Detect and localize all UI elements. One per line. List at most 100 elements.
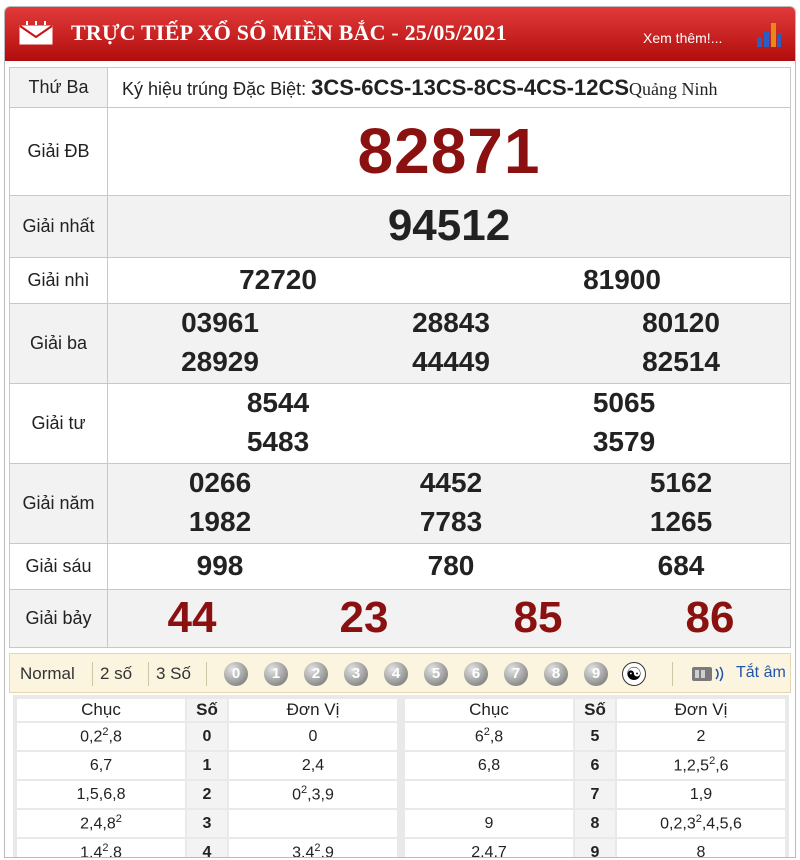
prize-number: 5483 — [246, 426, 310, 457]
prize-number: 684 — [657, 550, 705, 581]
loto-row: 62,8 5 2 — [405, 723, 785, 750]
loto-chuc-cell: 6,8 — [405, 752, 573, 779]
prize-number: 5162 — [649, 467, 713, 498]
info-row: Thứ Ba Ký hiệu trúng Đặc Biệt: 3CS-6CS-1… — [9, 67, 791, 108]
loto-row: 2,4,7 9 8 — [405, 839, 785, 857]
loto-chuc-cell — [405, 781, 573, 808]
digit-ball-3[interactable]: 3 — [344, 662, 368, 686]
divider — [672, 662, 673, 686]
mute-button[interactable]: Tắt âm — [736, 664, 786, 682]
bar-chart-icon[interactable] — [753, 19, 783, 49]
prize-label: Giải nhất — [9, 195, 108, 258]
mode-3-so-button[interactable]: 3 Số — [156, 664, 191, 684]
header-donvi: Đơn Vị — [229, 699, 397, 721]
header-donvi: Đơn Vị — [617, 699, 785, 721]
prize-number: 81900 — [583, 264, 661, 295]
loto-donvi-cell: 1,9 — [617, 781, 785, 808]
prize-values: 8544 5065 5483 3579 — [107, 383, 791, 464]
prize-number: 44 — [167, 593, 217, 642]
loto-donvi-cell: 2 — [617, 723, 785, 750]
header-chuc: Chục — [17, 699, 185, 721]
loto-chuc-cell: 62,8 — [405, 723, 573, 750]
loto-donvi-cell: 8 — [617, 839, 785, 857]
digit-ball-5[interactable]: 5 — [424, 662, 448, 686]
loto-row: 6,7 1 2,4 — [17, 752, 397, 779]
loto-donvi-cell: 0,2,32,4,5,6 — [617, 810, 785, 837]
prize-number: 7783 — [419, 506, 483, 537]
loto-donvi-cell: 2,4 — [229, 752, 397, 779]
prize-values: 998 780 684 — [107, 543, 791, 590]
prize-row-g1: Giải nhất 94512 — [9, 195, 791, 258]
prize-label: Giải bảy — [9, 589, 108, 648]
header-so: Số — [575, 699, 615, 721]
symbol-value: 3CS-6CS-13CS-8CS-4CS-12CS — [311, 74, 630, 100]
special-symbols: Ký hiệu trúng Đặc Biệt: 3CS-6CS-13CS-8CS… — [107, 67, 791, 108]
loto-donvi-cell: 3,42,9 — [229, 839, 397, 857]
prize-number: 82871 — [357, 115, 541, 187]
digit-ball-6[interactable]: 6 — [464, 662, 488, 686]
prize-number: 5065 — [592, 387, 656, 418]
loto-donvi-cell: 1,2,52,6 — [617, 752, 785, 779]
prize-number: 998 — [196, 550, 244, 581]
prize-number: 80120 — [642, 307, 720, 338]
prize-row-g3: Giải ba 03961 28843 80120 28929 44449 82… — [9, 303, 791, 384]
see-more-link[interactable]: Xem thêm!... — [643, 30, 722, 46]
prize-values: 94512 — [107, 195, 791, 258]
loto-table: Chục Số Đơn Vị 0,22,8 0 0 6,7 1 2,4 1,5,6,8 2 02… — [13, 695, 789, 857]
prize-number: 1982 — [188, 506, 252, 537]
digit-ball-8[interactable]: 8 — [544, 662, 568, 686]
prize-label: Giải nhì — [9, 257, 108, 304]
digit-ball-9[interactable]: 9 — [584, 662, 608, 686]
loto-row: 2,4,82 3 — [17, 810, 397, 837]
prize-number: 1265 — [649, 506, 713, 537]
envelope-icon — [19, 21, 53, 45]
digit-ball-2[interactable]: 2 — [304, 662, 328, 686]
digit-ball-7[interactable]: 7 — [504, 662, 528, 686]
loto-chuc-cell: 2,4,7 — [405, 839, 573, 857]
mode-2-so-button[interactable]: 2 số — [100, 664, 132, 684]
prize-number: 82514 — [642, 346, 720, 377]
day-label: Thứ Ba — [9, 67, 108, 108]
prize-number: 28929 — [181, 346, 259, 377]
loto-donvi-cell: 0 — [229, 723, 397, 750]
prize-row-g2: Giải nhì 72720 81900 — [9, 257, 791, 304]
page-title: TRỰC TIẾP XỔ SỐ MIỀN BẮC - 25/05/2021 — [71, 20, 507, 45]
loto-row: 9 8 0,2,32,4,5,6 — [405, 810, 785, 837]
prize-number: 23 — [339, 593, 389, 642]
digit-ball-1[interactable]: 1 — [264, 662, 288, 686]
prize-number: 03961 — [181, 307, 259, 338]
prize-label: Giải ĐB — [9, 107, 108, 196]
province-name: Quảng Ninh — [629, 78, 718, 99]
header-chuc: Chục — [405, 699, 573, 721]
mode-normal-button[interactable]: Normal — [20, 664, 75, 684]
loto-so-cell: 3 — [187, 810, 227, 837]
prize-number: 3579 — [592, 426, 656, 457]
loto-chuc-cell: 1,42,8 — [17, 839, 185, 857]
divider — [92, 662, 93, 686]
loto-table-right: Chục Số Đơn Vị 62,8 5 2 6,8 6 1,2,52,6 7 1,9 9 8 0… — [403, 697, 787, 857]
prize-number: 86 — [685, 593, 735, 642]
prize-row-g6: Giải sáu 998 780 684 — [9, 543, 791, 590]
prize-number: 8544 — [246, 387, 310, 418]
results-table: Thứ Ba Ký hiệu trúng Đặc Biệt: 3CS-6CS-1… — [9, 67, 791, 648]
loto-header: Chục Số Đơn Vị — [405, 699, 785, 721]
prize-label: Giải tư — [9, 383, 108, 464]
yin-yang-icon[interactable]: ☯ — [622, 662, 646, 686]
loto-toolbar: Normal 2 số 3 Số 0 1 2 3 4 5 6 7 8 9 ☯ T… — [9, 653, 791, 693]
loto-so-cell: 8 — [575, 810, 615, 837]
prize-values: 72720 81900 — [107, 257, 791, 304]
loto-chuc-cell: 9 — [405, 810, 573, 837]
loto-row: 0,22,8 0 0 — [17, 723, 397, 750]
digit-ball-0[interactable]: 0 — [224, 662, 248, 686]
loto-so-cell: 4 — [187, 839, 227, 857]
loto-chuc-cell: 0,22,8 — [17, 723, 185, 750]
loto-table-left: Chục Số Đơn Vị 0,22,8 0 0 6,7 1 2,4 1,5,6,8 2 02… — [15, 697, 399, 857]
prize-row-g4: Giải tư 8544 5065 5483 3579 — [9, 383, 791, 464]
prize-number: 4452 — [419, 467, 483, 498]
loto-row: 6,8 6 1,2,52,6 — [405, 752, 785, 779]
lottery-widget: TRỰC TIẾP XỔ SỐ MIỀN BẮC - 25/05/2021 Xe… — [4, 6, 796, 858]
speaker-icon[interactable] — [690, 665, 726, 683]
digit-ball-4[interactable]: 4 — [384, 662, 408, 686]
loto-row: 1,5,6,8 2 02,3,9 — [17, 781, 397, 808]
prize-number: 28843 — [412, 307, 490, 338]
